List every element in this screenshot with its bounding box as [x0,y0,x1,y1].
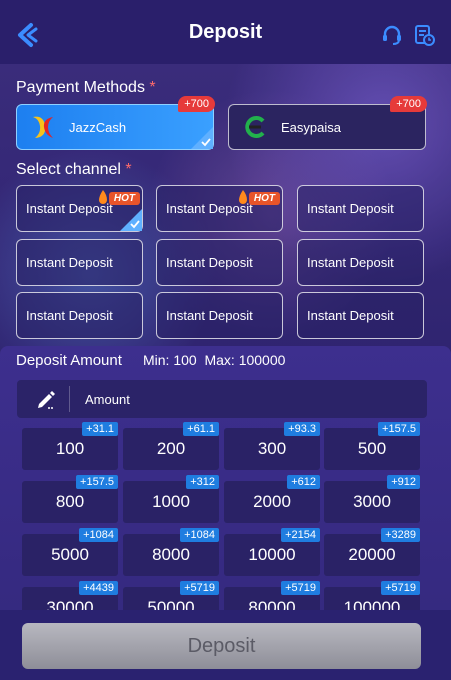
easypaisa-logo-icon [245,116,265,138]
amount-bonus-badge: +612 [287,475,320,489]
amount-option-value: 100 [55,439,85,458]
amount-bonus-badge: +312 [186,475,219,489]
amount-bonus-badge: +4439 [79,581,118,595]
select-channel-label: Select channel * [16,161,132,178]
amount-bonus-badge: +1084 [180,528,219,542]
headset-support-icon[interactable] [381,24,403,46]
hot-badge: HOT [97,190,140,206]
amount-option-button[interactable]: 300 +93.3 [224,422,320,470]
amount-option-value: 800 [55,492,85,511]
channel-button[interactable]: Instant Deposit [156,292,283,339]
payment-method-name: Easypaisa [281,119,341,135]
channel-button[interactable]: Instant Deposit HOT [16,185,143,232]
deposit-record-icon[interactable] [413,24,435,46]
deposit-screen: Deposit Payment Methods * JazzCash +700 [0,0,451,680]
payment-methods-label: Payment Methods * [16,79,156,96]
deposit-button[interactable]: Deposit [22,623,421,669]
selected-check-icon [120,209,142,231]
jazzcash-logo-icon [33,116,53,138]
channel-button[interactable]: Instant Deposit [297,185,424,232]
channel-button[interactable]: Instant Deposit HOT [156,185,283,232]
amount-bonus-badge: +1084 [79,528,118,542]
amount-bonus-badge: +5719 [381,581,420,595]
bonus-badge: +700 [390,96,427,112]
amount-option-button[interactable]: 100 +31.1 [22,422,118,470]
amount-option-button[interactable]: 500 +157.5 [324,422,420,470]
amount-option-button[interactable]: 3000 +912 [324,475,420,523]
channel-button[interactable]: Instant Deposit [156,239,283,286]
channel-button[interactable]: Instant Deposit [16,292,143,339]
header-bar: Deposit [0,0,451,64]
payment-method-jazzcash[interactable]: JazzCash +700 [16,96,215,150]
amount-bonus-badge: +157.5 [76,475,118,489]
amount-bonus-badge: +912 [387,475,420,489]
amount-bonus-badge: +157.5 [378,422,420,436]
amount-bonus-badge: +5719 [281,581,320,595]
amount-bonus-badge: +3289 [381,528,420,542]
amount-bonus-badge: +61.1 [183,422,219,436]
amount-option-button[interactable]: 10000 +2154 [224,528,320,576]
payment-method-name: JazzCash [69,119,127,135]
amount-option-value: 10000 [248,545,296,564]
amount-input[interactable] [85,391,365,407]
amount-option-value: 2000 [253,492,291,511]
pencil-edit-icon [38,391,55,409]
deposit-amount-title: Deposit Amount [16,352,122,369]
channel-button[interactable]: Instant Deposit [297,239,424,286]
amount-option-button[interactable]: 8000 +1084 [123,528,219,576]
amount-option-value: 8000 [152,545,190,564]
amount-input-box [17,380,427,418]
channel-button[interactable]: Instant Deposit [297,292,424,339]
amount-option-value: 1000 [152,492,190,511]
page-title: Deposit [188,20,263,43]
bonus-badge: +700 [178,96,215,112]
selected-check-icon [191,127,213,149]
amount-bonus-badge: +93.3 [284,422,320,436]
amount-option-button[interactable]: 2000 +612 [224,475,320,523]
amount-option-value: 300 [257,439,287,458]
input-divider [69,386,70,412]
amount-option-button[interactable]: 20000 +3289 [324,528,420,576]
flame-icon [238,190,247,204]
amount-option-value: 20000 [348,545,396,564]
hot-badge: HOT [237,190,280,206]
deposit-limits: Min: 100 Max: 100000 [143,352,286,368]
amount-bonus-badge: +31.1 [82,422,118,436]
back-arrow-icon[interactable] [14,22,40,48]
amount-option-value: 5000 [51,545,89,564]
amount-option-button[interactable]: 5000 +1084 [22,528,118,576]
amount-option-value: 3000 [353,492,391,511]
amount-option-value: 500 [357,439,387,458]
amount-option-button[interactable]: 200 +61.1 [123,422,219,470]
flame-icon [98,190,107,204]
amount-option-value: 200 [156,439,186,458]
payment-method-easypaisa[interactable]: Easypaisa +700 [228,96,427,150]
amount-bonus-badge: +2154 [281,528,320,542]
amount-option-button[interactable]: 1000 +312 [123,475,219,523]
amount-option-button[interactable]: 800 +157.5 [22,475,118,523]
channel-button[interactable]: Instant Deposit [16,239,143,286]
amount-bonus-badge: +5719 [180,581,219,595]
